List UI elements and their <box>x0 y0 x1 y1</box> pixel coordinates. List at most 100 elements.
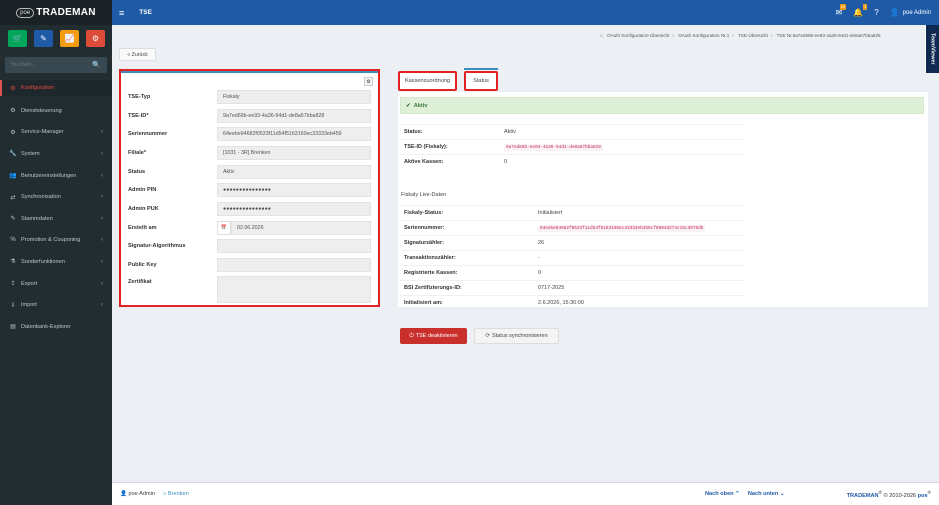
sidebar-item-service-manager[interactable]: ⚙ Service-Manager ‹ <box>0 122 112 144</box>
users-icon: 👥 <box>9 173 17 180</box>
form-row-status: Status Aktiv <box>128 165 376 179</box>
chevron-left-icon: ‹ <box>101 194 103 201</box>
field-public-key[interactable] <box>217 258 371 272</box>
shuffle-icon: ⇄ <box>10 194 16 201</box>
label-algo: Signatur-Algorithmus <box>128 243 186 249</box>
copyright-brand: TRADEMAN <box>846 492 879 499</box>
sidebar-item-benutzereinstellungen[interactable]: 👥 Benutzereinstellungen ‹ <box>0 165 112 187</box>
scroll-top-link[interactable]: Nach oben ⌃ <box>705 491 740 497</box>
breadcrumb-item[interactable]: OAuth Konfiguration Nr.1 <box>678 33 729 38</box>
footer-branch[interactable]: ⌂ Brenken <box>163 491 189 497</box>
search-input[interactable] <box>11 62 91 68</box>
home-icon[interactable]: ⌂ <box>600 33 603 38</box>
sidebar-search: 🔍 <box>5 57 107 73</box>
field-admin-puk[interactable]: ●●●●●●●●●●●●●●● <box>217 202 371 216</box>
pencil-icon: ✎ <box>10 216 16 223</box>
tab-status[interactable]: Status <box>464 68 498 91</box>
sidebar-nav: ⚙ Konfiguration ⚙ Dienststeuerung ⚙ Service-M… <box>0 80 112 338</box>
sync-status-button[interactable]: ⟳ Status synchronisieren <box>474 328 559 344</box>
sidebar-item-dienststeuerung[interactable]: ⚙ Dienststeuerung <box>0 100 112 122</box>
field-admin-pin[interactable]: ●●●●●●●●●●●●●●● <box>217 183 371 197</box>
panel-settings-button[interactable]: ⚙ <box>364 77 373 86</box>
breadcrumb-item[interactable]: OAuth Konfiguration-Übersicht <box>607 33 669 38</box>
settings-button[interactable]: ⚙ <box>86 30 105 47</box>
sidebar-item-import[interactable]: ⇩ Import ‹ <box>0 294 112 316</box>
row-key: Aktive Kassen: <box>404 159 444 165</box>
chevron-left-icon: ‹ <box>101 150 103 157</box>
logo[interactable]: poe TRADEMAN <box>0 0 112 25</box>
sidebar-item-label: Benutzereinstellungen <box>21 172 77 179</box>
row-key: Fiskaly-Status: <box>404 210 444 216</box>
back-button[interactable]: « Zurück <box>119 48 156 61</box>
breadcrumb-item: TSE Nr.9a7ed69b-ee93-4a36-94d1-de8a67bba… <box>776 33 881 38</box>
sidebar-item-synchronisation[interactable]: ⇄ Synchronisation ‹ <box>0 186 112 208</box>
mail-icon[interactable]: ✉ 10 <box>836 4 847 17</box>
sidebar-item-stammdaten[interactable]: ✎ Stammdaten ‹ <box>0 208 112 230</box>
row-value: Aktiv <box>504 129 516 135</box>
label-public-key: Public Key <box>128 262 157 268</box>
help-icon[interactable]: ? <box>874 8 878 17</box>
chevron-left-icon: ‹ <box>101 129 103 136</box>
sidebar-item-konfiguration[interactable]: ⚙ Konfiguration <box>0 80 112 96</box>
tab-bar: Kassenzuordnung Status <box>398 68 498 92</box>
field-zertifikat[interactable] <box>217 276 371 303</box>
form-row-erstellt: Erstellt am 📅 02.06.2026 <box>128 221 376 235</box>
form-row-public-key: Public Key <box>128 258 376 272</box>
sidebar-item-label: Datenbank-Explorer <box>21 323 71 330</box>
sidebar-item-datenbank-explorer[interactable]: ▤ Datenbank-Explorer <box>0 316 112 338</box>
chart-button[interactable]: 📈 <box>60 30 79 47</box>
registered-mark: ® <box>927 489 931 495</box>
deactivate-tse-button[interactable]: ⏻ TSE deaktivieren <box>400 328 467 344</box>
field-algo[interactable] <box>217 239 371 253</box>
form-row-tse-id: TSE-ID* 9a7ed69b-ee93-4a36-94d1-de8a67bb… <box>128 109 376 123</box>
row-key: TSE-ID (Fiskaly): <box>404 144 448 150</box>
scroll-down-link[interactable]: Nach unten ⌄ <box>748 491 785 497</box>
field-serial[interactable]: 64eebe94682f0533f11d54f5163160ec33333eb4… <box>217 127 371 141</box>
field-status[interactable]: Aktiv <box>217 165 371 179</box>
pencil-icon: ✎ <box>40 34 47 43</box>
breadcrumb-item[interactable]: TSE-Übersicht <box>738 33 768 38</box>
table-row: Initialisiert am: 2.6.2026, 15:30:00 <box>400 295 745 310</box>
chart-icon: 📈 <box>64 34 75 43</box>
teamviewer-tab[interactable]: TeamViewer <box>925 25 939 73</box>
sidebar-item-label: System <box>21 150 40 157</box>
copyright-text: © 2010-2026 <box>883 492 917 499</box>
gears-icon: ⚙ <box>91 34 100 43</box>
calendar-icon[interactable]: 📅 <box>217 221 231 235</box>
bell-icon[interactable]: 🔔 1 <box>853 4 868 17</box>
table-row: Registrierte Kassen: 0 <box>400 265 745 280</box>
field-tse-id[interactable]: 9a7ed69b-ee93-4a36-94d1-de8a67bba828 <box>217 109 371 123</box>
upload-icon: ⇪ <box>10 281 16 288</box>
sidebar-item-label: Import <box>21 302 37 309</box>
row-value: 2.6.2026, 15:30:00 <box>538 300 584 306</box>
field-tse-typ[interactable]: Fiskaly <box>217 90 371 104</box>
search-icon[interactable]: 🔍 <box>92 61 101 69</box>
sidebar-item-label: Konfiguration <box>21 85 54 91</box>
table-row: TSE-ID (Fiskaly): 9a7ed69b-ee93-4a36-94d1… <box>400 139 745 154</box>
sidebar-item-sonderfunktionen[interactable]: ⚗ Sonderfunktionen ‹ <box>0 251 112 273</box>
sidebar-item-label: Promotion & Couponing <box>21 237 81 244</box>
cart-icon: 🛒 <box>12 34 23 43</box>
user-menu[interactable]: 👤 poe Admin <box>890 8 931 17</box>
deactivate-label: TSE deaktivieren <box>415 333 458 339</box>
cart-button[interactable]: 🛒 <box>8 30 27 47</box>
footer-left: 👤 poe Admin ⌂ Brenken <box>120 491 189 497</box>
footer-user[interactable]: 👤 poe Admin <box>120 491 155 497</box>
row-value: 0 <box>538 270 542 276</box>
label-admin-puk: Admin PUK <box>128 206 159 212</box>
footer-copyright: TRADEMAN® © 2010-2026 poe® <box>847 490 931 499</box>
chevron-left-icon: ‹ <box>101 280 103 287</box>
field-filiale[interactable]: [1031 - 3R] Brenken <box>217 146 371 160</box>
field-erstellt[interactable]: 02.06.2026 <box>231 221 371 235</box>
tab-kassenzuordnung[interactable]: Kassenzuordnung <box>398 71 457 91</box>
label-status: Status <box>128 169 146 175</box>
sidebar-item-promotion-couponing[interactable]: % Promotion & Couponing ‹ <box>0 230 112 252</box>
sidebar-item-export[interactable]: ⇪ Export ‹ <box>0 273 112 295</box>
sidebar: poe TRADEMAN 🛒 ✎ 📈 ⚙ 🔍 ⚙ Konfiguration ⚙ Di… <box>0 0 112 505</box>
sidebar-item-system[interactable]: 🔧 System ‹ <box>0 143 112 165</box>
user-icon: 👤 <box>120 491 127 497</box>
edit-button[interactable]: ✎ <box>34 30 53 47</box>
copyright-poe: poe <box>917 492 928 499</box>
menu-toggle-icon[interactable]: ≡ <box>119 8 124 18</box>
row-key: Registrierte Kassen: <box>404 270 458 276</box>
